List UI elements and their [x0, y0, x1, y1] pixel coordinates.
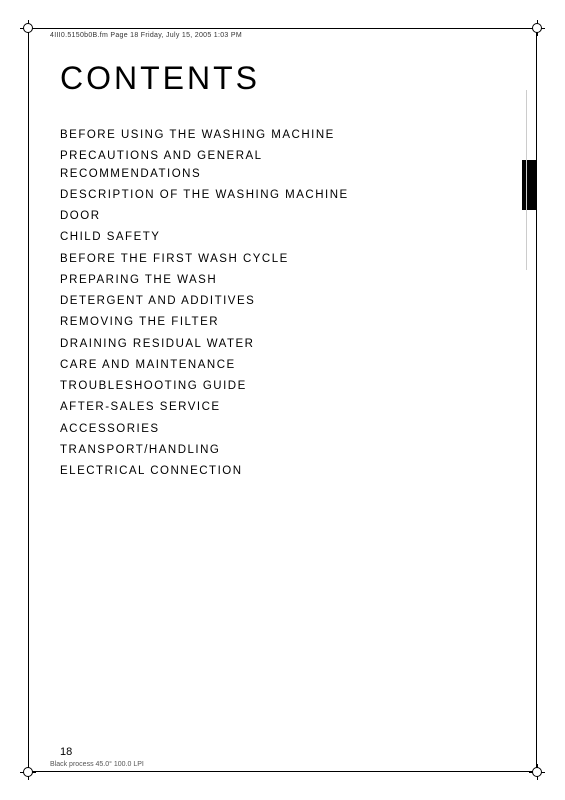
list-item: ELECTRICAL CONNECTION [60, 463, 505, 480]
header-file-info: 4III0.5150b0B.fm Page 18 Friday, July 15… [50, 32, 242, 39]
list-item: DOOR [60, 208, 505, 225]
list-item: REMOVING THE FILTER [60, 314, 505, 331]
corner-mark-top-left [20, 20, 36, 36]
corner-mark-bottom-left [20, 764, 36, 780]
list-item: DRAINING RESIDUAL WATER [60, 336, 505, 353]
list-item: BEFORE USING THE WASHING MACHINE [60, 127, 505, 144]
list-item: CHILD SAFETY [60, 229, 505, 246]
page-title: CONTENTS [60, 60, 505, 97]
list-item: PREPARING THE WASH [60, 272, 505, 289]
page-number: 18 [60, 746, 72, 758]
list-item: ACCESSORIES [60, 421, 505, 438]
list-item: TROUBLESHOOTING GUIDE [60, 378, 505, 395]
footer-print-info: Black process 45.0° 100.0 LPI [50, 761, 144, 768]
main-content: CONTENTS BEFORE USING THE WASHING MACHIN… [60, 60, 505, 740]
document-page: 4III0.5150b0B.fm Page 18 Friday, July 15… [0, 0, 565, 800]
right-accent-bar [522, 160, 536, 210]
border-bottom [28, 771, 537, 772]
list-item: AFTER-SALES SERVICE [60, 399, 505, 416]
list-item: DETERGENT AND ADDITIVES [60, 293, 505, 310]
border-left [28, 28, 29, 772]
right-vertical-line [526, 90, 527, 270]
corner-mark-top-right [529, 20, 545, 36]
corner-mark-bottom-right [529, 764, 545, 780]
border-right [536, 28, 537, 772]
footer-area: Black process 45.0° 100.0 LPI [50, 761, 515, 768]
header-info: 4III0.5150b0B.fm Page 18 Friday, July 15… [50, 32, 515, 39]
toc-list: BEFORE USING THE WASHING MACHINE PRECAUT… [60, 127, 505, 480]
list-item: CARE AND MAINTENANCE [60, 357, 505, 374]
border-top [28, 28, 537, 29]
list-item: BEFORE THE FIRST WASH CYCLE [60, 251, 505, 268]
list-item: TRANSPORT/HANDLING [60, 442, 505, 459]
list-item: PRECAUTIONS AND GENERALRECOMMENDATIONS [60, 148, 505, 183]
list-item: DESCRIPTION OF THE WASHING MACHINE [60, 187, 505, 204]
